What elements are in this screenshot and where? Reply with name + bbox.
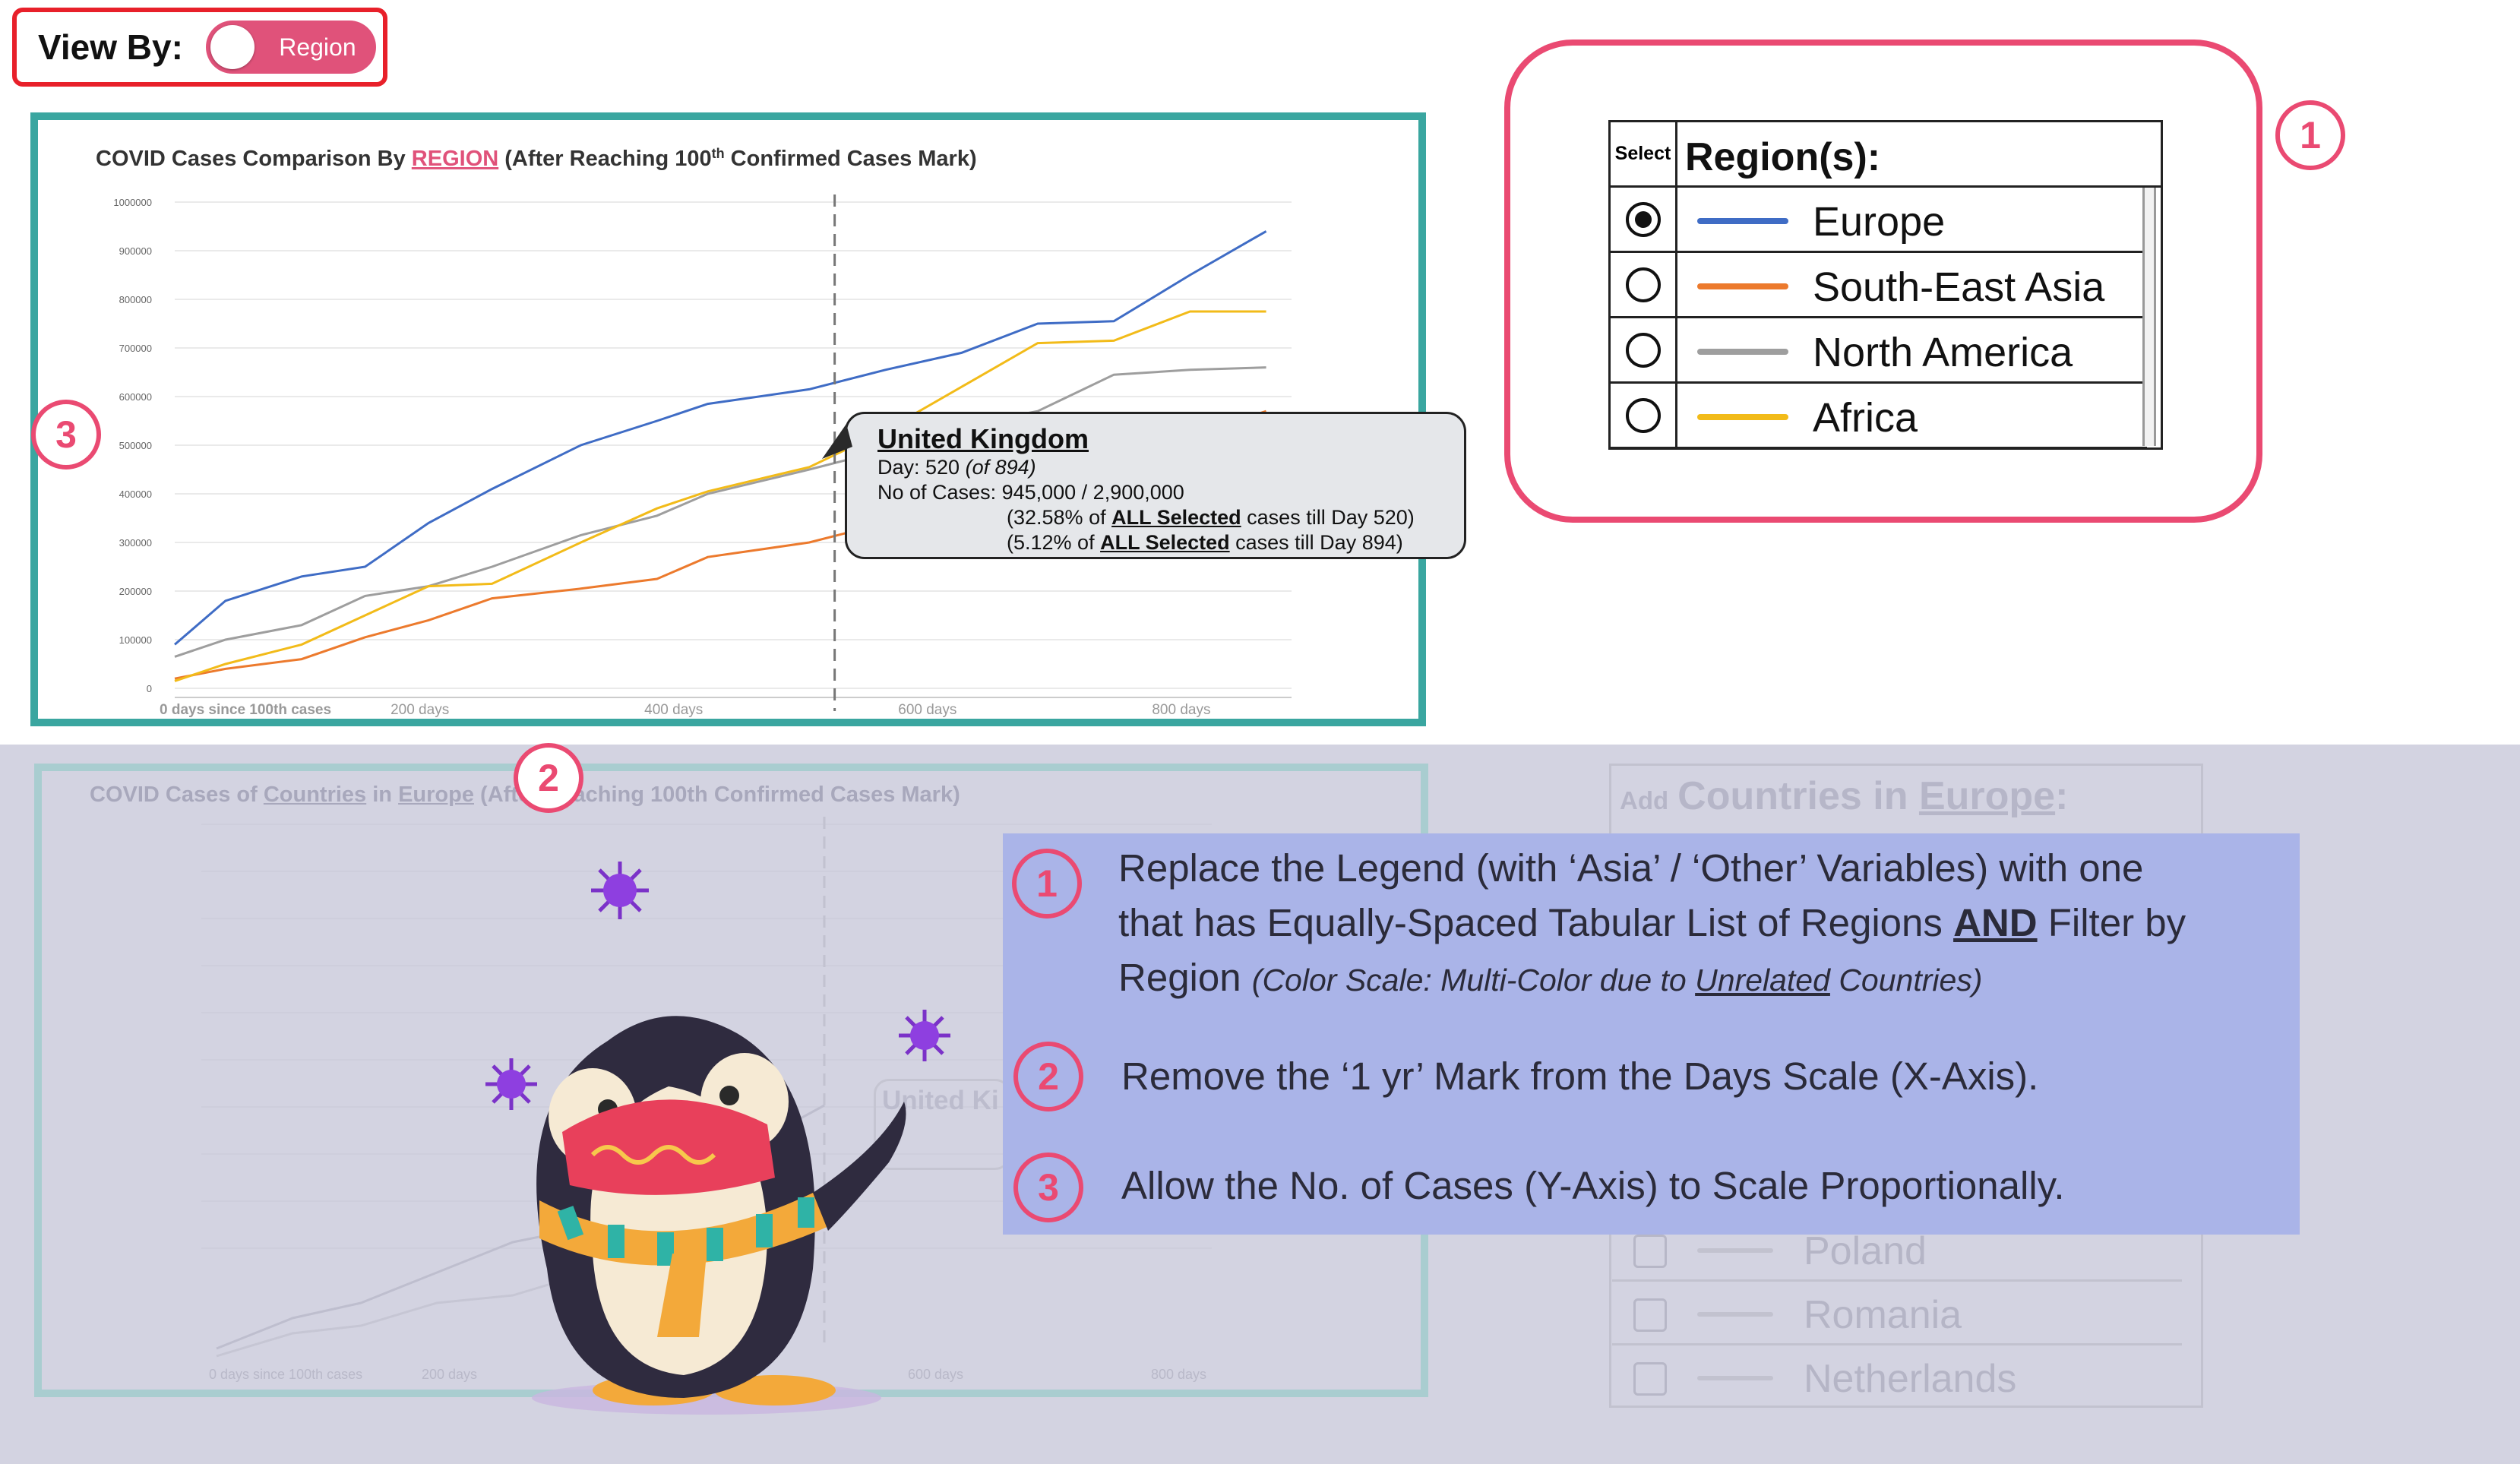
- view-by-toggle[interactable]: Region: [205, 21, 376, 74]
- country-label: Poland: [1804, 1229, 1927, 1273]
- y-tick-label: 200000: [119, 586, 152, 597]
- chart-title-region-link: REGION: [412, 147, 498, 171]
- region-legend-table: Select Region(s): Europe South-East Asia…: [1608, 120, 2163, 450]
- legend-color-line: [1697, 218, 1788, 224]
- marker-1: 1: [2275, 100, 2345, 170]
- country-checkbox[interactable]: [1633, 1235, 1667, 1268]
- tooltip-cases: No of Cases: 945,000 / 2,900,000: [877, 481, 1184, 504]
- tooltip-pct-current: (32.58% of ALL Selected cases till Day 5…: [1007, 506, 1415, 529]
- y-axis-ticks: 0 100000 200000 300000 400000 500000 600000 700…: [113, 197, 152, 694]
- view-by-control: View By: Region: [12, 8, 387, 87]
- country-color-line: [1697, 1376, 1773, 1380]
- legend-radio-cell: [1611, 318, 1677, 381]
- country-checkbox[interactable]: [1633, 1362, 1667, 1396]
- country-row-netherlands[interactable]: Netherlands: [1612, 1343, 2182, 1407]
- radio-button[interactable]: [1625, 332, 1661, 368]
- legend-row-north-america[interactable]: North America: [1611, 318, 2147, 384]
- note-1: Replace the Legend (with ‘Asia’ / ‘Other…: [1118, 846, 2186, 999]
- penguin-mascot-illustration: [532, 1016, 906, 1415]
- legend-header: Select Region(s):: [1611, 122, 2161, 188]
- country-color-line: [1697, 1312, 1773, 1317]
- lower-x-tick: 200 days: [422, 1367, 477, 1382]
- y-tick-label: 400000: [119, 489, 152, 500]
- x-tick-label: 600 days: [898, 702, 956, 718]
- country-row-romania[interactable]: Romania: [1612, 1279, 2182, 1343]
- radio-button[interactable]: [1625, 201, 1661, 237]
- radio-button[interactable]: [1625, 267, 1661, 302]
- legend-color-line: [1697, 349, 1788, 355]
- tooltip-country: United Kingdom: [877, 423, 1089, 454]
- country-tooltip: United Kingdom Day: 520 (of 894) No of C…: [845, 412, 1466, 559]
- legend-select-label: Select: [1611, 122, 1677, 185]
- x-tick-label: 200 days: [390, 702, 449, 718]
- tooltip-day: Day: 520 (of 894): [877, 456, 1036, 479]
- x-tick-label: 400 days: [644, 702, 703, 718]
- country-label: Romania: [1804, 1293, 1962, 1337]
- x-axis-ticks: 0 days since 100th cases 200 days 400 days…: [160, 702, 1210, 718]
- y-tick-label: 900000: [119, 245, 152, 257]
- legend-row-europe[interactable]: Europe: [1611, 188, 2147, 253]
- note-3: Allow the No. of Cases (Y-Axis) to Scale…: [1121, 1164, 2065, 1207]
- legend-item-label: South-East Asia: [1813, 264, 2105, 310]
- y-tick-label: 100000: [119, 634, 152, 646]
- toggle-knob[interactable]: [210, 25, 255, 69]
- tooltip-pct-total: (5.12% of ALL Selected cases till Day 89…: [1007, 531, 1403, 554]
- y-tick-label: 300000: [119, 537, 152, 549]
- toggle-value: Region: [279, 33, 356, 61]
- countries-legend-header: Add Countries in Europe:: [1620, 774, 2069, 818]
- y-tick-label: 0: [147, 683, 152, 694]
- y-tick-label: 500000: [119, 440, 152, 451]
- x-tick-label: 0 days since 100th cases: [160, 702, 331, 718]
- virus-icon: [899, 1010, 950, 1061]
- legend-radio-cell: [1611, 384, 1677, 447]
- legend-row-south-east-asia[interactable]: South-East Asia: [1611, 253, 2147, 318]
- legend-row-africa[interactable]: Africa: [1611, 384, 2147, 449]
- lower-x-tick: 800 days: [1151, 1367, 1206, 1382]
- y-tick-label: 1000000: [113, 197, 152, 208]
- legend-title: Region(s):: [1685, 135, 1881, 179]
- country-label: Netherlands: [1804, 1357, 2017, 1401]
- legend-item-label: Africa: [1813, 395, 1918, 441]
- lower-x-tick: 0 days since 100th cases: [209, 1367, 362, 1382]
- country-color-line: [1697, 1248, 1773, 1253]
- country-checkbox[interactable]: [1633, 1298, 1667, 1332]
- notes-panel: 1 Replace the Legend (with ‘Asia’ / ‘Oth…: [1003, 833, 2300, 1235]
- view-by-label: View By:: [38, 27, 183, 67]
- legend-item-label: North America: [1813, 330, 2073, 375]
- note-2: Remove the ‘1 yr’ Mark from the Days Sca…: [1121, 1055, 2039, 1098]
- legend-radio-cell: [1611, 253, 1677, 316]
- legend-color-line: [1697, 283, 1788, 289]
- x-tick-label: 800 days: [1152, 702, 1210, 718]
- virus-icon: [485, 1058, 537, 1110]
- y-tick-label: 800000: [119, 294, 152, 305]
- radio-button[interactable]: [1625, 397, 1661, 433]
- virus-icon: [591, 862, 649, 919]
- tooltip-pointer-icon: [822, 424, 852, 459]
- legend-color-line: [1697, 414, 1788, 420]
- y-tick-label: 700000: [119, 343, 152, 354]
- legend-item-label: Europe: [1813, 199, 1946, 245]
- legend-scrollbar[interactable]: [2142, 188, 2156, 446]
- chart-title: COVID Cases Comparison By REGION (After …: [96, 146, 977, 171]
- y-tick-label: 600000: [119, 391, 152, 403]
- legend-radio-cell: [1611, 188, 1677, 251]
- marker-2: 2: [514, 743, 583, 813]
- marker-3: 3: [31, 400, 101, 470]
